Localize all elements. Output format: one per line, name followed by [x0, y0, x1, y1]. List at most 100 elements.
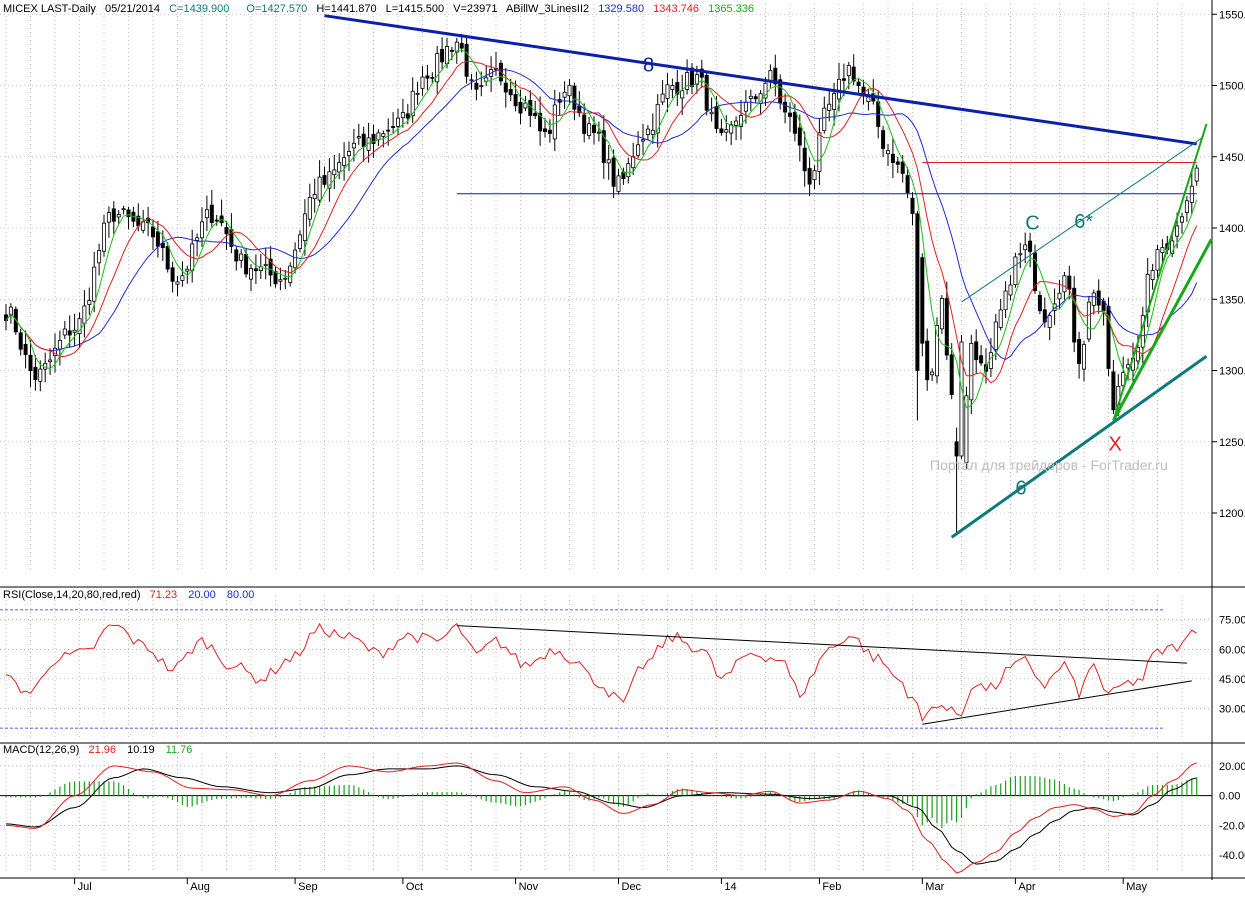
- candle-body: [905, 175, 910, 193]
- candle-body: [459, 42, 464, 49]
- candle-body: [395, 117, 400, 127]
- candle-body: [234, 249, 239, 262]
- header-low: L=1415.500: [386, 3, 444, 15]
- header-volume: V=23971: [453, 3, 497, 15]
- candle-body: [273, 271, 278, 285]
- candle-body: [552, 104, 557, 140]
- candle-body: [856, 81, 861, 86]
- candle-body: [1135, 346, 1140, 362]
- candle-body: [802, 147, 807, 172]
- candle-body: [900, 161, 905, 174]
- candle-body: [743, 101, 748, 112]
- candle-body: [1184, 200, 1189, 213]
- candle-body: [753, 96, 758, 100]
- candle-body: [361, 133, 366, 147]
- candle-body: [851, 66, 856, 82]
- candle-body: [1008, 284, 1013, 296]
- macd-value: 21.96: [88, 744, 116, 756]
- candle-body: [508, 89, 513, 96]
- candle-body: [841, 78, 846, 81]
- candle-body: [1028, 240, 1033, 252]
- candle-body: [449, 49, 454, 52]
- candle-body: [332, 169, 337, 176]
- candle-body: [812, 170, 817, 181]
- candle-body: [185, 268, 190, 272]
- header-line: MICEX LAST-Daily 05/21/2014 C=1439.900 O…: [3, 3, 754, 15]
- month-label: Dec: [622, 881, 642, 893]
- candle-body: [67, 330, 72, 336]
- candle-body: [930, 371, 935, 376]
- candle-body: [405, 113, 410, 119]
- candle-body: [307, 197, 312, 220]
- candle-body: [827, 103, 832, 111]
- candle-body: [288, 265, 293, 283]
- candle-body: [102, 222, 107, 252]
- candle-body: [57, 339, 62, 350]
- candle-body: [224, 227, 229, 235]
- wave-label: 8: [643, 54, 654, 76]
- candle-body: [302, 213, 307, 241]
- candle-body: [87, 300, 92, 305]
- candle-body: [165, 246, 170, 270]
- candle-body: [381, 133, 386, 137]
- candle-body: [199, 221, 204, 239]
- candle-body: [239, 253, 244, 261]
- candle-body: [567, 84, 572, 97]
- candle-body: [969, 343, 974, 401]
- candle-body: [993, 321, 998, 351]
- candle-body: [939, 298, 944, 330]
- macd-tick-label: 0.00: [1219, 791, 1240, 803]
- candle-body: [155, 231, 160, 247]
- candle-body: [253, 268, 258, 272]
- candle-body: [469, 79, 474, 82]
- candle-body: [1047, 315, 1052, 328]
- candle-body: [1155, 249, 1160, 271]
- candle-body: [28, 354, 33, 372]
- candle-body: [400, 112, 405, 119]
- candle-body: [342, 157, 347, 166]
- month-label: May: [1126, 881, 1147, 893]
- rsi-high-level: 80.00: [227, 589, 255, 601]
- candle-body: [1077, 339, 1082, 364]
- header-date: 05/21/2014: [105, 3, 160, 15]
- rsi-tick-label: 75.00: [1219, 615, 1245, 627]
- candle-body: [660, 93, 665, 103]
- candle-body: [1111, 371, 1116, 411]
- candle-body: [949, 354, 954, 395]
- candle-body: [48, 359, 53, 363]
- candle-body: [72, 329, 77, 333]
- candle-body: [709, 111, 714, 115]
- candle-body: [974, 341, 979, 361]
- candle-body: [116, 214, 121, 218]
- candle-body: [1067, 275, 1072, 290]
- candle-body: [998, 309, 1003, 328]
- candle-body: [817, 132, 822, 172]
- price-tick-label: 1550.00: [1219, 9, 1245, 21]
- rsi-value: 71.23: [150, 589, 178, 601]
- candle-body: [719, 128, 724, 134]
- wave-label: 6: [1015, 477, 1026, 499]
- candle-body: [1180, 216, 1185, 223]
- chart-canvas: 1550.00 1500.00 1450.00 1400.00 1350.00 1300.…: [0, 0, 1245, 909]
- month-label: Jul: [78, 881, 92, 893]
- candle-body: [263, 263, 268, 266]
- header-high: H=1441.870: [316, 3, 376, 15]
- wave-label: 6*: [1074, 211, 1093, 233]
- header-open: O=1427.570: [246, 3, 307, 15]
- candle-body: [797, 127, 802, 146]
- candle-body: [23, 343, 28, 356]
- header-close: C=1439.900: [169, 3, 229, 15]
- candle-body: [283, 277, 288, 280]
- macd-tick-label: -20.00: [1219, 820, 1245, 832]
- candle-body: [611, 157, 616, 187]
- candle-body: [317, 176, 322, 201]
- macd-label: MACD(12,26,9): [3, 744, 79, 756]
- candle-body: [886, 150, 891, 155]
- candle-body: [606, 159, 611, 164]
- candle-body: [18, 332, 23, 350]
- header-ind-val1: 1329.580: [598, 3, 644, 15]
- candle-body: [337, 162, 342, 173]
- candle-body: [111, 208, 116, 222]
- header-symbol: MICEX LAST-Daily: [3, 3, 96, 15]
- rsi-header: RSI(Close,14,20,80,red,red) 71.23 20.00 …: [3, 589, 254, 601]
